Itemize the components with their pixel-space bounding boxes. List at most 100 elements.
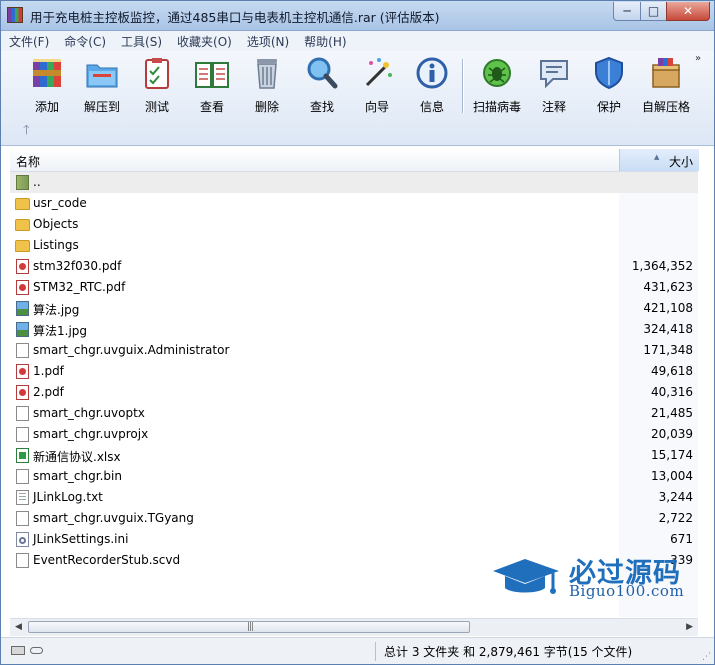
test-icon	[145, 58, 169, 89]
file-name: 1.pdf	[33, 364, 64, 378]
column-size-header[interactable]: ▲ 大小	[619, 149, 699, 171]
watermark: 必过源码 Biguo100.com	[491, 549, 701, 609]
menu-commands[interactable]: 命令(C)	[56, 33, 113, 50]
view-button[interactable]: 查看	[184, 55, 240, 115]
file-size: 49,618	[651, 364, 693, 378]
toolbar: 添加 解压到 测试 查看 删除 查找 向导 信息 扫描病毒 注释 保护 自解压格…	[1, 51, 714, 146]
file-row[interactable]: 1.pdf 49,618	[10, 361, 698, 382]
file-size: 3,244	[658, 490, 693, 504]
settings-file-icon	[16, 532, 29, 547]
resize-grip-icon[interactable]: ⋰	[702, 652, 711, 662]
virus-scan-label: 扫描病毒	[472, 100, 521, 114]
file-icon	[16, 343, 29, 358]
file-row[interactable]: stm32f030.pdf 1,364,352	[10, 256, 698, 277]
drive-icon[interactable]	[11, 646, 25, 655]
horizontal-scrollbar[interactable]: ◀ ||| ▶	[10, 618, 698, 636]
file-size: 15,174	[651, 448, 693, 462]
file-row[interactable]: smart_chgr.uvoptx 21,485	[10, 403, 698, 424]
file-name: 新通信协议.xlsx	[33, 450, 121, 464]
key-icon[interactable]	[30, 647, 43, 654]
file-size: 431,623	[643, 280, 693, 294]
protect-button[interactable]: 保护	[581, 55, 637, 115]
add-archive-icon	[33, 59, 61, 87]
file-size: 171,348	[643, 343, 693, 357]
wizard-button[interactable]: 向导	[349, 55, 405, 115]
delete-trash-icon	[257, 59, 277, 89]
file-row[interactable]: usr_code	[10, 193, 698, 214]
folder-icon	[15, 198, 30, 210]
file-size: 2,722	[658, 511, 693, 525]
up-folder-arrow-icon[interactable]: 🡑	[23, 121, 30, 143]
column-header: 名称 ▲ 大小	[10, 149, 699, 172]
view-book-icon	[195, 62, 229, 88]
winrar-app-icon[interactable]	[7, 7, 23, 23]
sfx-button[interactable]: 自解压格	[638, 55, 694, 115]
title-bar[interactable]: 用于充电桩主控板监控，通过485串口与电表机主控机通信.rar (评估版本) ─…	[1, 1, 714, 31]
file-row[interactable]: 2.pdf 40,316	[10, 382, 698, 403]
graduation-cap-logo	[493, 559, 559, 594]
file-row[interactable]: STM32_RTC.pdf 431,623	[10, 277, 698, 298]
menu-file[interactable]: 文件(F)	[1, 33, 56, 50]
toolbar-overflow-chevron-icon[interactable]: »	[695, 53, 701, 64]
file-name: smart_chgr.uvprojx	[33, 427, 149, 441]
menu-bar: 文件(F) 命令(C) 工具(S) 收藏夹(O) 选项(N) 帮助(H)	[1, 31, 714, 51]
column-name-header[interactable]: 名称	[16, 153, 40, 170]
file-icon	[16, 469, 29, 484]
menu-options[interactable]: 选项(N)	[239, 33, 296, 50]
sfx-label: 自解压格	[641, 100, 690, 114]
file-size: 324,418	[643, 322, 693, 336]
scroll-left-arrow-icon[interactable]: ◀	[15, 622, 22, 632]
status-summary: 总计 3 文件夹 和 2,879,461 字节(15 个文件)	[384, 645, 633, 659]
file-size: 21,485	[651, 406, 693, 420]
add-label: 添加	[34, 100, 59, 114]
file-row[interactable]: smart_chgr.uvguix.Administrator 171,348	[10, 340, 698, 361]
extract-to-button[interactable]: 解压到	[74, 55, 130, 115]
test-button[interactable]: 测试	[129, 55, 185, 115]
file-size: 421,108	[643, 301, 693, 315]
folder-icon	[15, 219, 30, 231]
menu-help[interactable]: 帮助(H)	[296, 33, 353, 50]
scroll-right-arrow-icon[interactable]: ▶	[686, 622, 693, 632]
file-row[interactable]: JLinkSettings.ini 671	[10, 529, 698, 550]
close-button[interactable]: ✕	[666, 2, 710, 21]
file-row[interactable]: Listings	[10, 235, 698, 256]
scroll-thumb[interactable]: |||	[28, 621, 470, 633]
file-name: JLinkLog.txt	[33, 490, 103, 504]
minimize-button[interactable]: ─	[613, 2, 641, 21]
status-divider	[375, 642, 376, 661]
file-size: 1,364,352	[631, 259, 693, 273]
archive-window: 用于充电桩主控板监控，通过485串口与电表机主控机通信.rar (评估版本) ─…	[0, 0, 715, 665]
file-row[interactable]: JLinkLog.txt 3,244	[10, 487, 698, 508]
file-name: smart_chgr.bin	[33, 469, 122, 483]
virus-scan-icon	[483, 59, 511, 87]
comment-button[interactable]: 注释	[526, 55, 582, 115]
delete-button[interactable]: 删除	[239, 55, 295, 115]
view-label: 查看	[199, 100, 224, 114]
file-name: EventRecorderStub.scvd	[33, 553, 181, 567]
file-row[interactable]: Objects	[10, 214, 698, 235]
file-name: Listings	[33, 238, 79, 252]
add-button[interactable]: 添加	[19, 55, 75, 115]
file-row[interactable]: 新通信协议.xlsx 15,174	[10, 445, 698, 466]
column-size-label: 大小	[668, 155, 693, 169]
toolbar-separator	[462, 59, 464, 113]
find-magnifier-icon	[307, 57, 338, 89]
extract-to-label: 解压到	[83, 100, 120, 114]
file-row[interactable]: smart_chgr.bin 13,004	[10, 466, 698, 487]
file-icon	[16, 427, 29, 442]
file-row[interactable]: ..	[10, 172, 698, 193]
file-name: smart_chgr.uvguix.TGyang	[33, 511, 194, 525]
info-icon	[416, 57, 448, 89]
file-row[interactable]: smart_chgr.uvprojx 20,039	[10, 424, 698, 445]
file-row[interactable]: smart_chgr.uvguix.TGyang 2,722	[10, 508, 698, 529]
file-row[interactable]: 算法1.jpg 324,418	[10, 319, 698, 340]
find-button[interactable]: 查找	[294, 55, 350, 115]
virus-scan-button[interactable]: 扫描病毒	[469, 55, 525, 115]
maximize-button[interactable]: □	[640, 2, 667, 21]
info-button[interactable]: 信息	[404, 55, 460, 115]
menu-favorites[interactable]: 收藏夹(O)	[169, 33, 239, 50]
file-name: smart_chgr.uvguix.Administrator	[33, 343, 230, 357]
pdf-file-icon	[16, 385, 29, 400]
menu-tools[interactable]: 工具(S)	[113, 33, 169, 50]
file-row[interactable]: 算法.jpg 421,108	[10, 298, 698, 319]
